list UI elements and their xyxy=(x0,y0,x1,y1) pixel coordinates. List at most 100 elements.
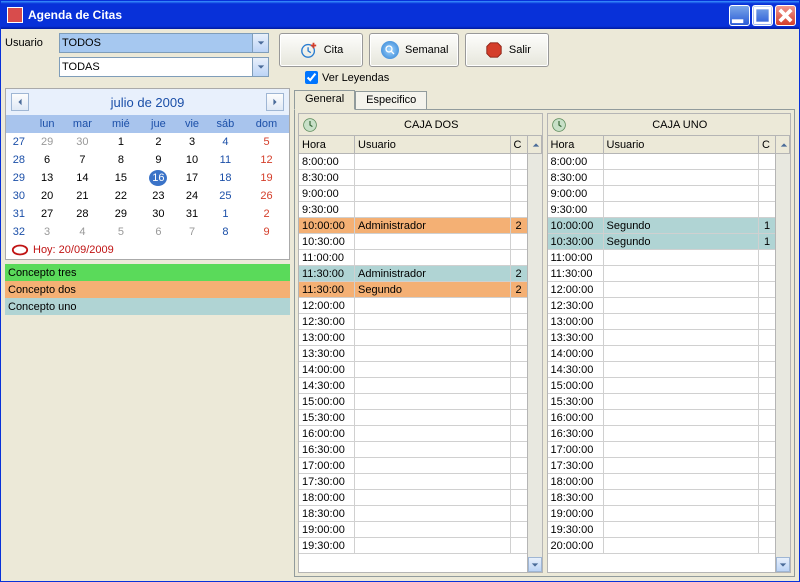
calendar-next-button[interactable] xyxy=(266,93,284,111)
schedule-row[interactable]: 9:00:00 xyxy=(548,186,776,202)
calendar-day[interactable]: 6 xyxy=(32,151,63,169)
calendar-day[interactable]: 26 xyxy=(244,187,289,205)
calendar-day[interactable]: 3 xyxy=(32,223,63,241)
ver-leyendas-checkbox[interactable] xyxy=(305,71,318,84)
scroll-down-button[interactable] xyxy=(528,557,542,572)
calendar-day[interactable]: 11 xyxy=(207,151,244,169)
calendar-day[interactable]: 25 xyxy=(207,187,244,205)
schedule-row[interactable]: 18:30:00 xyxy=(299,506,527,522)
usuario-select[interactable]: TODOS xyxy=(59,33,269,53)
second-select[interactable]: TODAS xyxy=(59,57,269,77)
schedule-row[interactable]: 16:00:00 xyxy=(299,426,527,442)
schedule-row[interactable]: 8:30:00 xyxy=(548,170,776,186)
schedule-row[interactable]: 8:00:00 xyxy=(548,154,776,170)
calendar-day[interactable]: 15 xyxy=(102,169,139,187)
minimize-button[interactable] xyxy=(729,5,750,26)
schedule-row[interactable]: 11:30:00 xyxy=(548,266,776,282)
calendar-day[interactable]: 3 xyxy=(177,133,207,151)
schedule-row[interactable]: 19:30:00 xyxy=(299,538,527,554)
schedule-row[interactable]: 12:00:00 xyxy=(548,282,776,298)
tab-especifico[interactable]: Especifico xyxy=(355,91,427,109)
maximize-button[interactable] xyxy=(752,5,773,26)
schedule-row[interactable]: 12:00:00 xyxy=(299,298,527,314)
calendar-day[interactable]: 27 xyxy=(32,205,63,223)
scroll-up-button[interactable] xyxy=(527,136,542,153)
schedule-row[interactable]: 15:00:00 xyxy=(548,378,776,394)
schedule-row[interactable]: 19:00:00 xyxy=(548,506,776,522)
scroll-up-button[interactable] xyxy=(775,136,790,153)
calendar-day[interactable]: 30 xyxy=(140,205,178,223)
schedule-row[interactable]: 15:00:00 xyxy=(299,394,527,410)
schedule-row[interactable]: 10:00:00Administrador2 xyxy=(299,218,527,234)
calendar-day[interactable]: 19 xyxy=(244,169,289,187)
calendar-day[interactable]: 24 xyxy=(177,187,207,205)
calendar-day[interactable]: 12 xyxy=(244,151,289,169)
scrollbar[interactable] xyxy=(775,154,790,572)
schedule-row[interactable]: 14:30:00 xyxy=(548,362,776,378)
schedule-row[interactable]: 13:30:00 xyxy=(299,346,527,362)
schedule-row[interactable]: 18:30:00 xyxy=(548,490,776,506)
calendar-grid[interactable]: lunmarmiéjueviesábdom2729301234528678910… xyxy=(6,115,289,241)
schedule-row[interactable]: 10:30:00Segundo1 xyxy=(548,234,776,250)
calendar-day[interactable]: 29 xyxy=(102,205,139,223)
calendar-day[interactable]: 7 xyxy=(177,223,207,241)
schedule-row[interactable]: 13:30:00 xyxy=(548,330,776,346)
calendar-day[interactable]: 13 xyxy=(32,169,63,187)
calendar-today[interactable]: Hoy: 20/09/2009 xyxy=(6,241,289,259)
schedule-row[interactable]: 12:30:00 xyxy=(548,298,776,314)
schedule-row[interactable]: 17:30:00 xyxy=(299,474,527,490)
cita-button[interactable]: Cita xyxy=(279,33,363,67)
calendar-day[interactable]: 8 xyxy=(102,151,139,169)
calendar-day[interactable]: 6 xyxy=(140,223,178,241)
calendar-day[interactable]: 31 xyxy=(177,205,207,223)
schedule-row[interactable]: 13:00:00 xyxy=(548,314,776,330)
schedule-row[interactable]: 17:30:00 xyxy=(548,458,776,474)
schedule-row[interactable]: 15:30:00 xyxy=(299,410,527,426)
calendar-day[interactable]: 2 xyxy=(140,133,178,151)
calendar-day[interactable]: 17 xyxy=(177,169,207,187)
schedule-row[interactable]: 15:30:00 xyxy=(548,394,776,410)
calendar-day[interactable]: 29 xyxy=(32,133,63,151)
schedule-row[interactable]: 11:30:00Segundo2 xyxy=(299,282,527,298)
calendar-day[interactable]: 10 xyxy=(177,151,207,169)
calendar-day[interactable]: 20 xyxy=(32,187,63,205)
calendar-day-selected[interactable]: 16 xyxy=(140,169,178,187)
calendar-day[interactable]: 8 xyxy=(207,223,244,241)
schedule-row[interactable]: 18:00:00 xyxy=(299,490,527,506)
scrollbar[interactable] xyxy=(527,154,542,572)
calendar-day[interactable]: 21 xyxy=(63,187,103,205)
schedule-row[interactable]: 12:30:00 xyxy=(299,314,527,330)
calendar-day[interactable]: 4 xyxy=(63,223,103,241)
semanal-button[interactable]: Semanal xyxy=(369,33,459,67)
close-button[interactable] xyxy=(775,5,796,26)
schedule-row[interactable]: 10:00:00Segundo1 xyxy=(548,218,776,234)
calendar-prev-button[interactable] xyxy=(11,93,29,111)
schedule-row[interactable]: 9:30:00 xyxy=(299,202,527,218)
calendar-day[interactable]: 4 xyxy=(207,133,244,151)
titlebar[interactable]: Agenda de Citas xyxy=(1,1,799,29)
scroll-track[interactable] xyxy=(528,154,542,557)
schedule-row[interactable]: 10:30:00 xyxy=(299,234,527,250)
schedule-row[interactable]: 9:00:00 xyxy=(299,186,527,202)
calendar-day[interactable]: 28 xyxy=(63,205,103,223)
schedule-row[interactable]: 14:30:00 xyxy=(299,378,527,394)
schedule-row[interactable]: 17:00:00 xyxy=(299,458,527,474)
schedule-row[interactable]: 18:00:00 xyxy=(548,474,776,490)
calendar-day[interactable]: 1 xyxy=(102,133,139,151)
calendar-day[interactable]: 5 xyxy=(102,223,139,241)
schedule-row[interactable]: 11:30:00Administrador2 xyxy=(299,266,527,282)
schedule-row[interactable]: 19:00:00 xyxy=(299,522,527,538)
scroll-down-button[interactable] xyxy=(776,557,790,572)
schedule-row[interactable]: 19:30:00 xyxy=(548,522,776,538)
schedule-row[interactable]: 8:30:00 xyxy=(299,170,527,186)
schedule-row[interactable]: 20:00:00 xyxy=(548,538,776,554)
salir-button[interactable]: Salir xyxy=(465,33,549,67)
schedule-row[interactable]: 14:00:00 xyxy=(548,346,776,362)
calendar-day[interactable]: 18 xyxy=(207,169,244,187)
schedule-row[interactable]: 16:30:00 xyxy=(548,426,776,442)
calendar-day[interactable]: 1 xyxy=(207,205,244,223)
calendar-day[interactable]: 9 xyxy=(140,151,178,169)
calendar-day[interactable]: 9 xyxy=(244,223,289,241)
schedule-row[interactable]: 13:00:00 xyxy=(299,330,527,346)
calendar-day[interactable]: 14 xyxy=(63,169,103,187)
